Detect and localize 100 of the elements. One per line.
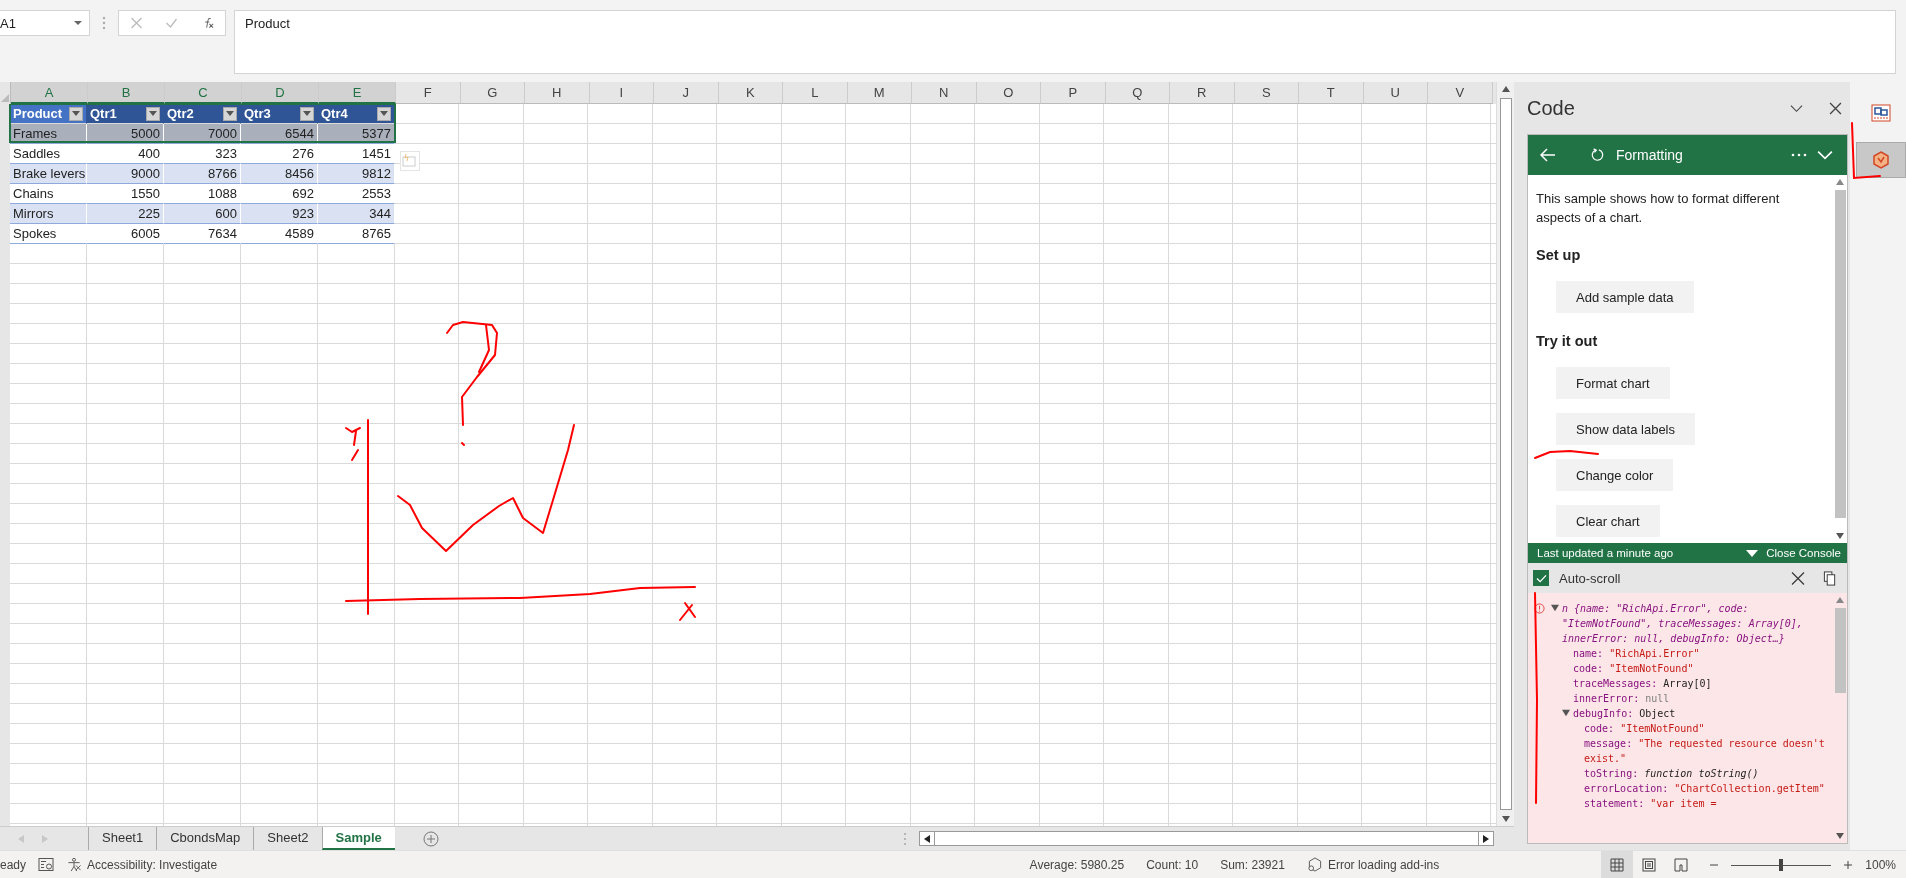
scroll-up-icon[interactable] xyxy=(1501,86,1510,92)
console-property: code: "ItemNotFound" xyxy=(1584,722,1705,736)
console-property: traceMessages: Array[0] xyxy=(1573,677,1712,691)
column-header[interactable]: B xyxy=(88,82,165,104)
table-cell: 9812 xyxy=(318,164,395,184)
expand-triangle-icon[interactable] xyxy=(1562,709,1570,717)
add-in-icon[interactable] xyxy=(1871,103,1891,123)
table-header-cell[interactable]: Qtr2 xyxy=(164,104,241,124)
page-layout-icon[interactable] xyxy=(1642,857,1657,872)
scroll-down-icon[interactable] xyxy=(1836,533,1844,539)
scroll-left-icon[interactable] xyxy=(924,834,930,843)
console-property: message: "The requested resource doesn't exist." xyxy=(1584,737,1826,766)
ink-stroke xyxy=(1850,121,1883,181)
split-handle-icon[interactable] xyxy=(903,831,907,846)
filter-button[interactable] xyxy=(377,106,391,121)
zoom-slider[interactable] xyxy=(1731,857,1832,872)
console-property: toString: function toString() xyxy=(1584,767,1759,781)
close-icon[interactable] xyxy=(1829,101,1842,115)
table-cell: Spokes xyxy=(10,224,87,244)
count-text: Count: 10 xyxy=(1146,857,1199,872)
action-button[interactable]: Clear chart xyxy=(1556,505,1660,537)
description-text: This sample shows how to format different aspects of a chart. xyxy=(1536,190,1781,227)
page-break-icon[interactable] xyxy=(1674,857,1689,872)
scroll-up-icon[interactable] xyxy=(1836,597,1844,603)
table-header-cell[interactable]: Qtr1 xyxy=(87,104,164,124)
table-cell: 923 xyxy=(241,204,318,224)
accessibility-button[interactable]: Accessibility: Investigate xyxy=(66,857,218,872)
accessibility-icon[interactable] xyxy=(66,857,83,872)
zoom-in-icon[interactable] xyxy=(1843,859,1854,870)
clear-icon[interactable] xyxy=(1791,570,1805,586)
action-button[interactable]: Change color xyxy=(1556,459,1674,491)
add-in-button[interactable] xyxy=(1856,142,1906,178)
status-text: Last updated a minute ago xyxy=(1537,547,1674,559)
table-cell: 5000 xyxy=(87,124,164,144)
view-button[interactable] xyxy=(1601,851,1634,878)
scroll-down-icon[interactable] xyxy=(1836,833,1844,839)
average-text: Average: 5980.25 xyxy=(1029,857,1125,872)
table-cell: 9000 xyxy=(87,164,164,184)
chevron-down-icon[interactable] xyxy=(1817,148,1833,162)
add-ins-status-button[interactable]: Error loading add-ins xyxy=(1306,857,1440,872)
table-cell: 8766 xyxy=(164,164,241,184)
copy-icon[interactable] xyxy=(1823,570,1837,586)
scroll-down-icon[interactable] xyxy=(1501,816,1510,822)
caret-icon[interactable] xyxy=(1746,549,1759,557)
action-button[interactable]: Add sample data xyxy=(1556,281,1694,313)
table-cell: 225 xyxy=(87,204,164,224)
sum-text: Sum: 23921 xyxy=(1220,857,1285,872)
close-console-button[interactable]: Close Console xyxy=(1746,547,1841,559)
filter-button[interactable] xyxy=(146,106,160,121)
grid-icon[interactable] xyxy=(1610,857,1625,872)
table-cell: 7000 xyxy=(164,124,241,144)
caret-icon[interactable] xyxy=(380,111,388,116)
error-icon xyxy=(1534,603,1545,614)
column-header[interactable]: A xyxy=(11,82,88,104)
scroll-up-icon[interactable] xyxy=(1836,179,1844,185)
sheet-tab[interactable]: Sample xyxy=(321,827,395,850)
caret-icon[interactable] xyxy=(226,111,234,116)
action-button[interactable]: Format chart xyxy=(1556,367,1670,399)
table-cell: 6005 xyxy=(87,224,164,244)
pane-title: Code xyxy=(1527,96,1576,120)
filter-button[interactable] xyxy=(223,106,237,121)
back-arrow-icon[interactable] xyxy=(1540,148,1556,162)
table-cell: Brake levers xyxy=(10,164,87,184)
caret-icon[interactable] xyxy=(72,111,80,116)
macro-record-icon[interactable] xyxy=(38,857,55,872)
status-mode: eady xyxy=(0,857,27,872)
add-sheet-icon[interactable] xyxy=(422,830,439,847)
table-cell: 7634 xyxy=(164,224,241,244)
table-header-cell[interactable]: Qtr3 xyxy=(241,104,318,124)
action-button[interactable]: Show data labels xyxy=(1556,413,1695,445)
filter-button[interactable] xyxy=(69,106,83,121)
caret-icon[interactable] xyxy=(149,111,157,116)
cube-icon[interactable] xyxy=(1871,150,1891,170)
vertical-scrollbar[interactable] xyxy=(1496,82,1514,826)
console-property: statement: "var item = xyxy=(1584,797,1717,811)
console-property: code: "ItemNotFound" xyxy=(1573,662,1694,676)
column-header[interactable]: C xyxy=(165,82,242,104)
filter-button[interactable] xyxy=(300,106,314,121)
section-heading: Try it out xyxy=(1536,333,1599,349)
snippet-title: Formatting xyxy=(1616,147,1683,163)
console-property: innerError: null xyxy=(1573,692,1670,706)
check-icon[interactable] xyxy=(165,17,179,29)
scroll-right-icon[interactable] xyxy=(1483,834,1489,843)
column-header[interactable]: D xyxy=(242,82,319,104)
table-cell: Mirrors xyxy=(10,204,87,224)
refresh-icon[interactable] xyxy=(1590,148,1606,162)
table-cell: 600 xyxy=(164,204,241,224)
table-cell: 8765 xyxy=(318,224,395,244)
table-cell: 4589 xyxy=(241,224,318,244)
console-property: name: "RichApi.Error" xyxy=(1573,647,1700,661)
hexagon-icon[interactable] xyxy=(1306,857,1323,872)
caret-icon[interactable] xyxy=(303,111,311,116)
ink-stroke xyxy=(1533,449,1601,460)
console-property: debugInfo: Object xyxy=(1573,707,1676,721)
horizontal-scrollbar[interactable] xyxy=(919,831,1494,846)
expand-triangle-icon[interactable] xyxy=(1551,604,1559,612)
column-header[interactable]: E xyxy=(319,82,396,104)
name-box[interactable]: A1 xyxy=(0,10,90,36)
zoom-level-text[interactable]: 100% xyxy=(1865,857,1896,872)
formula-field[interactable]: Product xyxy=(234,10,1896,74)
